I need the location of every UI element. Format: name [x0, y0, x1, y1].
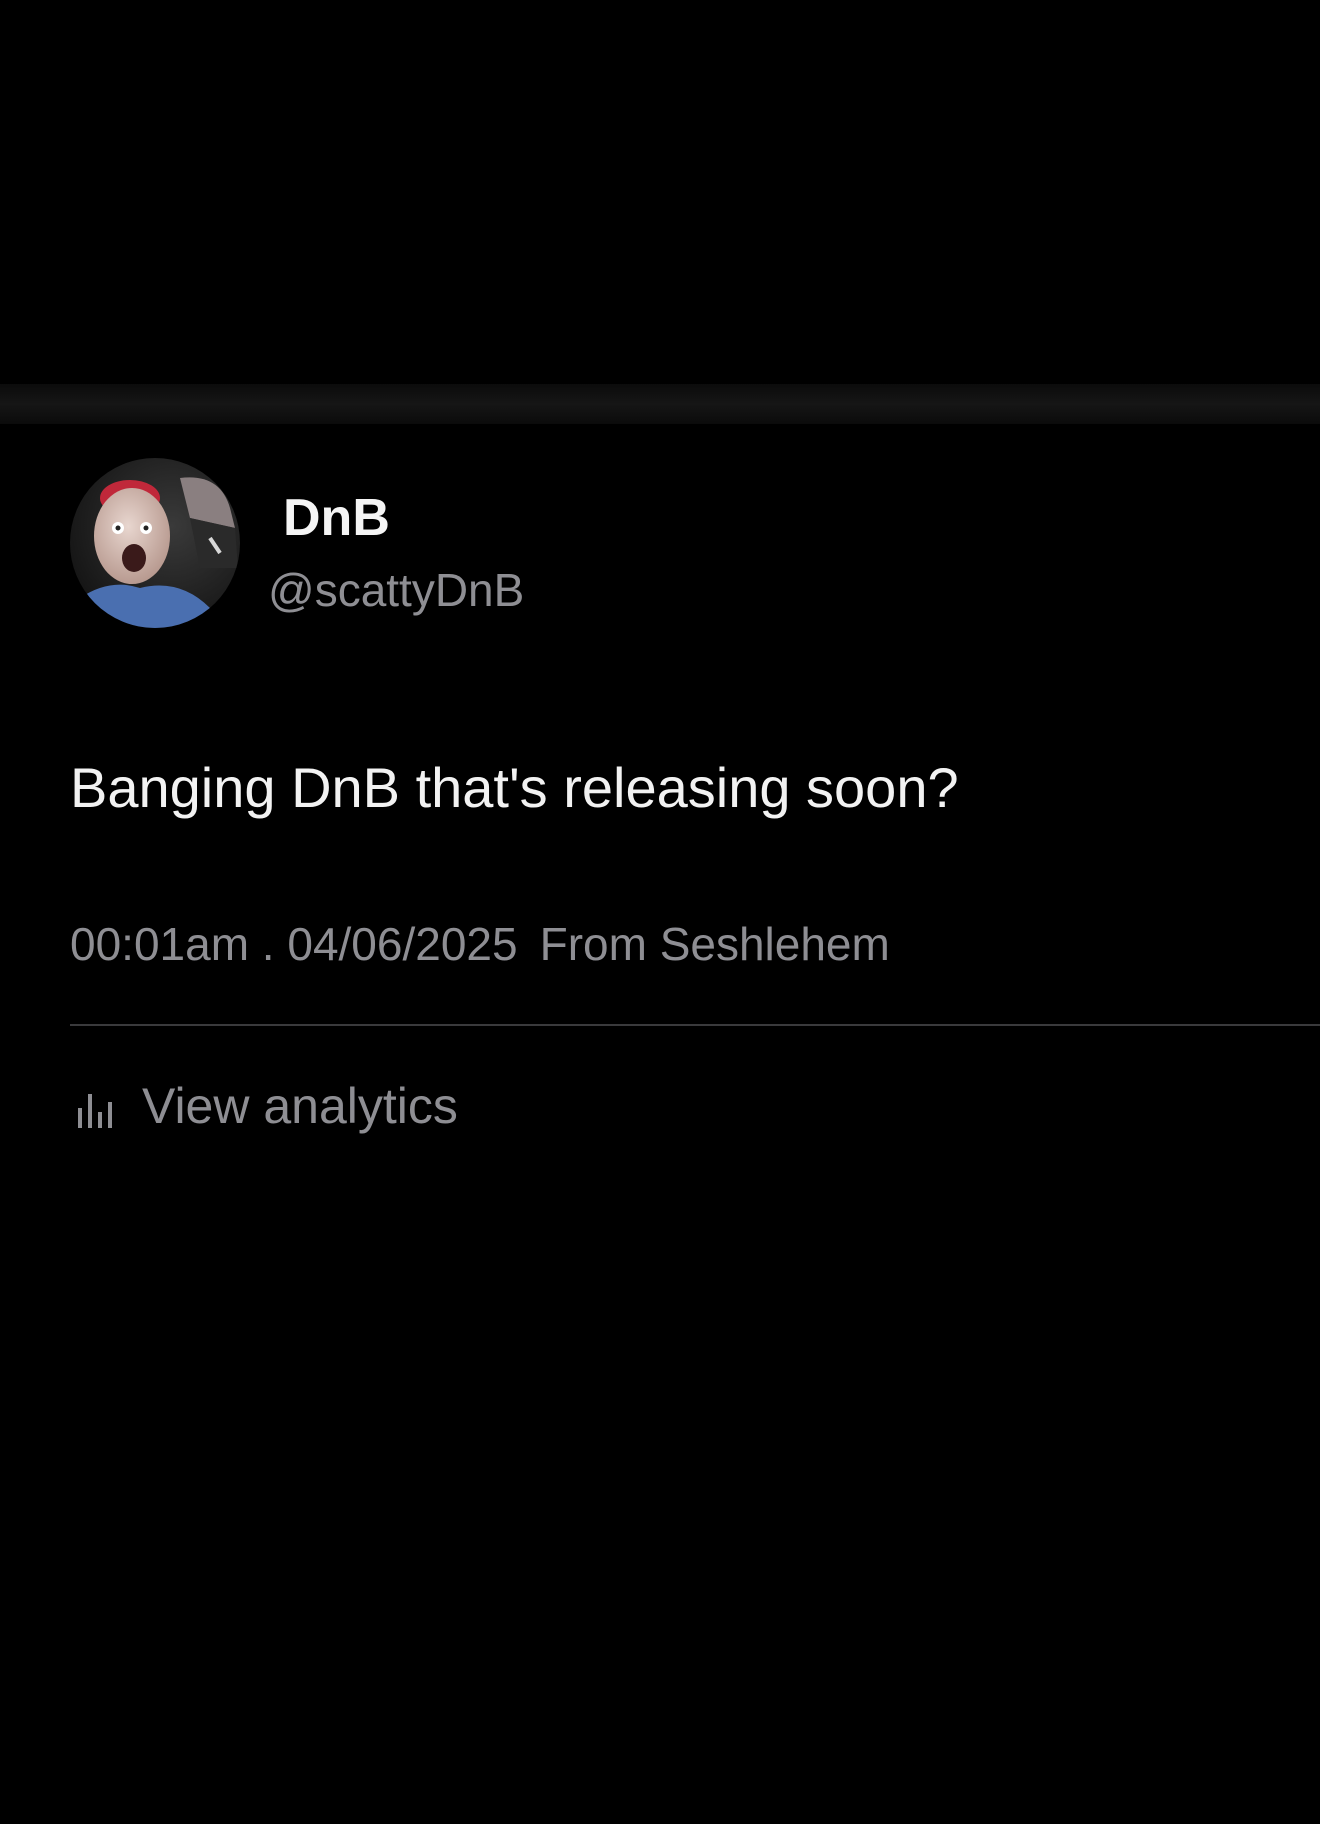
display-name[interactable]: DnB — [283, 492, 390, 544]
divider — [70, 1024, 1320, 1026]
bar-chart-icon — [78, 1094, 112, 1128]
avatar[interactable] — [70, 458, 240, 628]
post-source: From Seshlehem — [539, 918, 890, 970]
avatar-photo — [70, 458, 240, 628]
post-timestamp: 00:01am . 04/06/2025 — [70, 918, 518, 970]
view-analytics-label: View analytics — [142, 1078, 458, 1134]
post-text: Banging DnB that's releasing soon? — [70, 756, 959, 819]
view-analytics-button[interactable]: View analytics — [76, 1076, 458, 1136]
post-meta: 00:01am . 04/06/2025 From Seshlehem — [70, 921, 890, 967]
section-divider-band — [0, 384, 1320, 424]
user-handle[interactable]: @scattyDnB — [268, 567, 524, 613]
